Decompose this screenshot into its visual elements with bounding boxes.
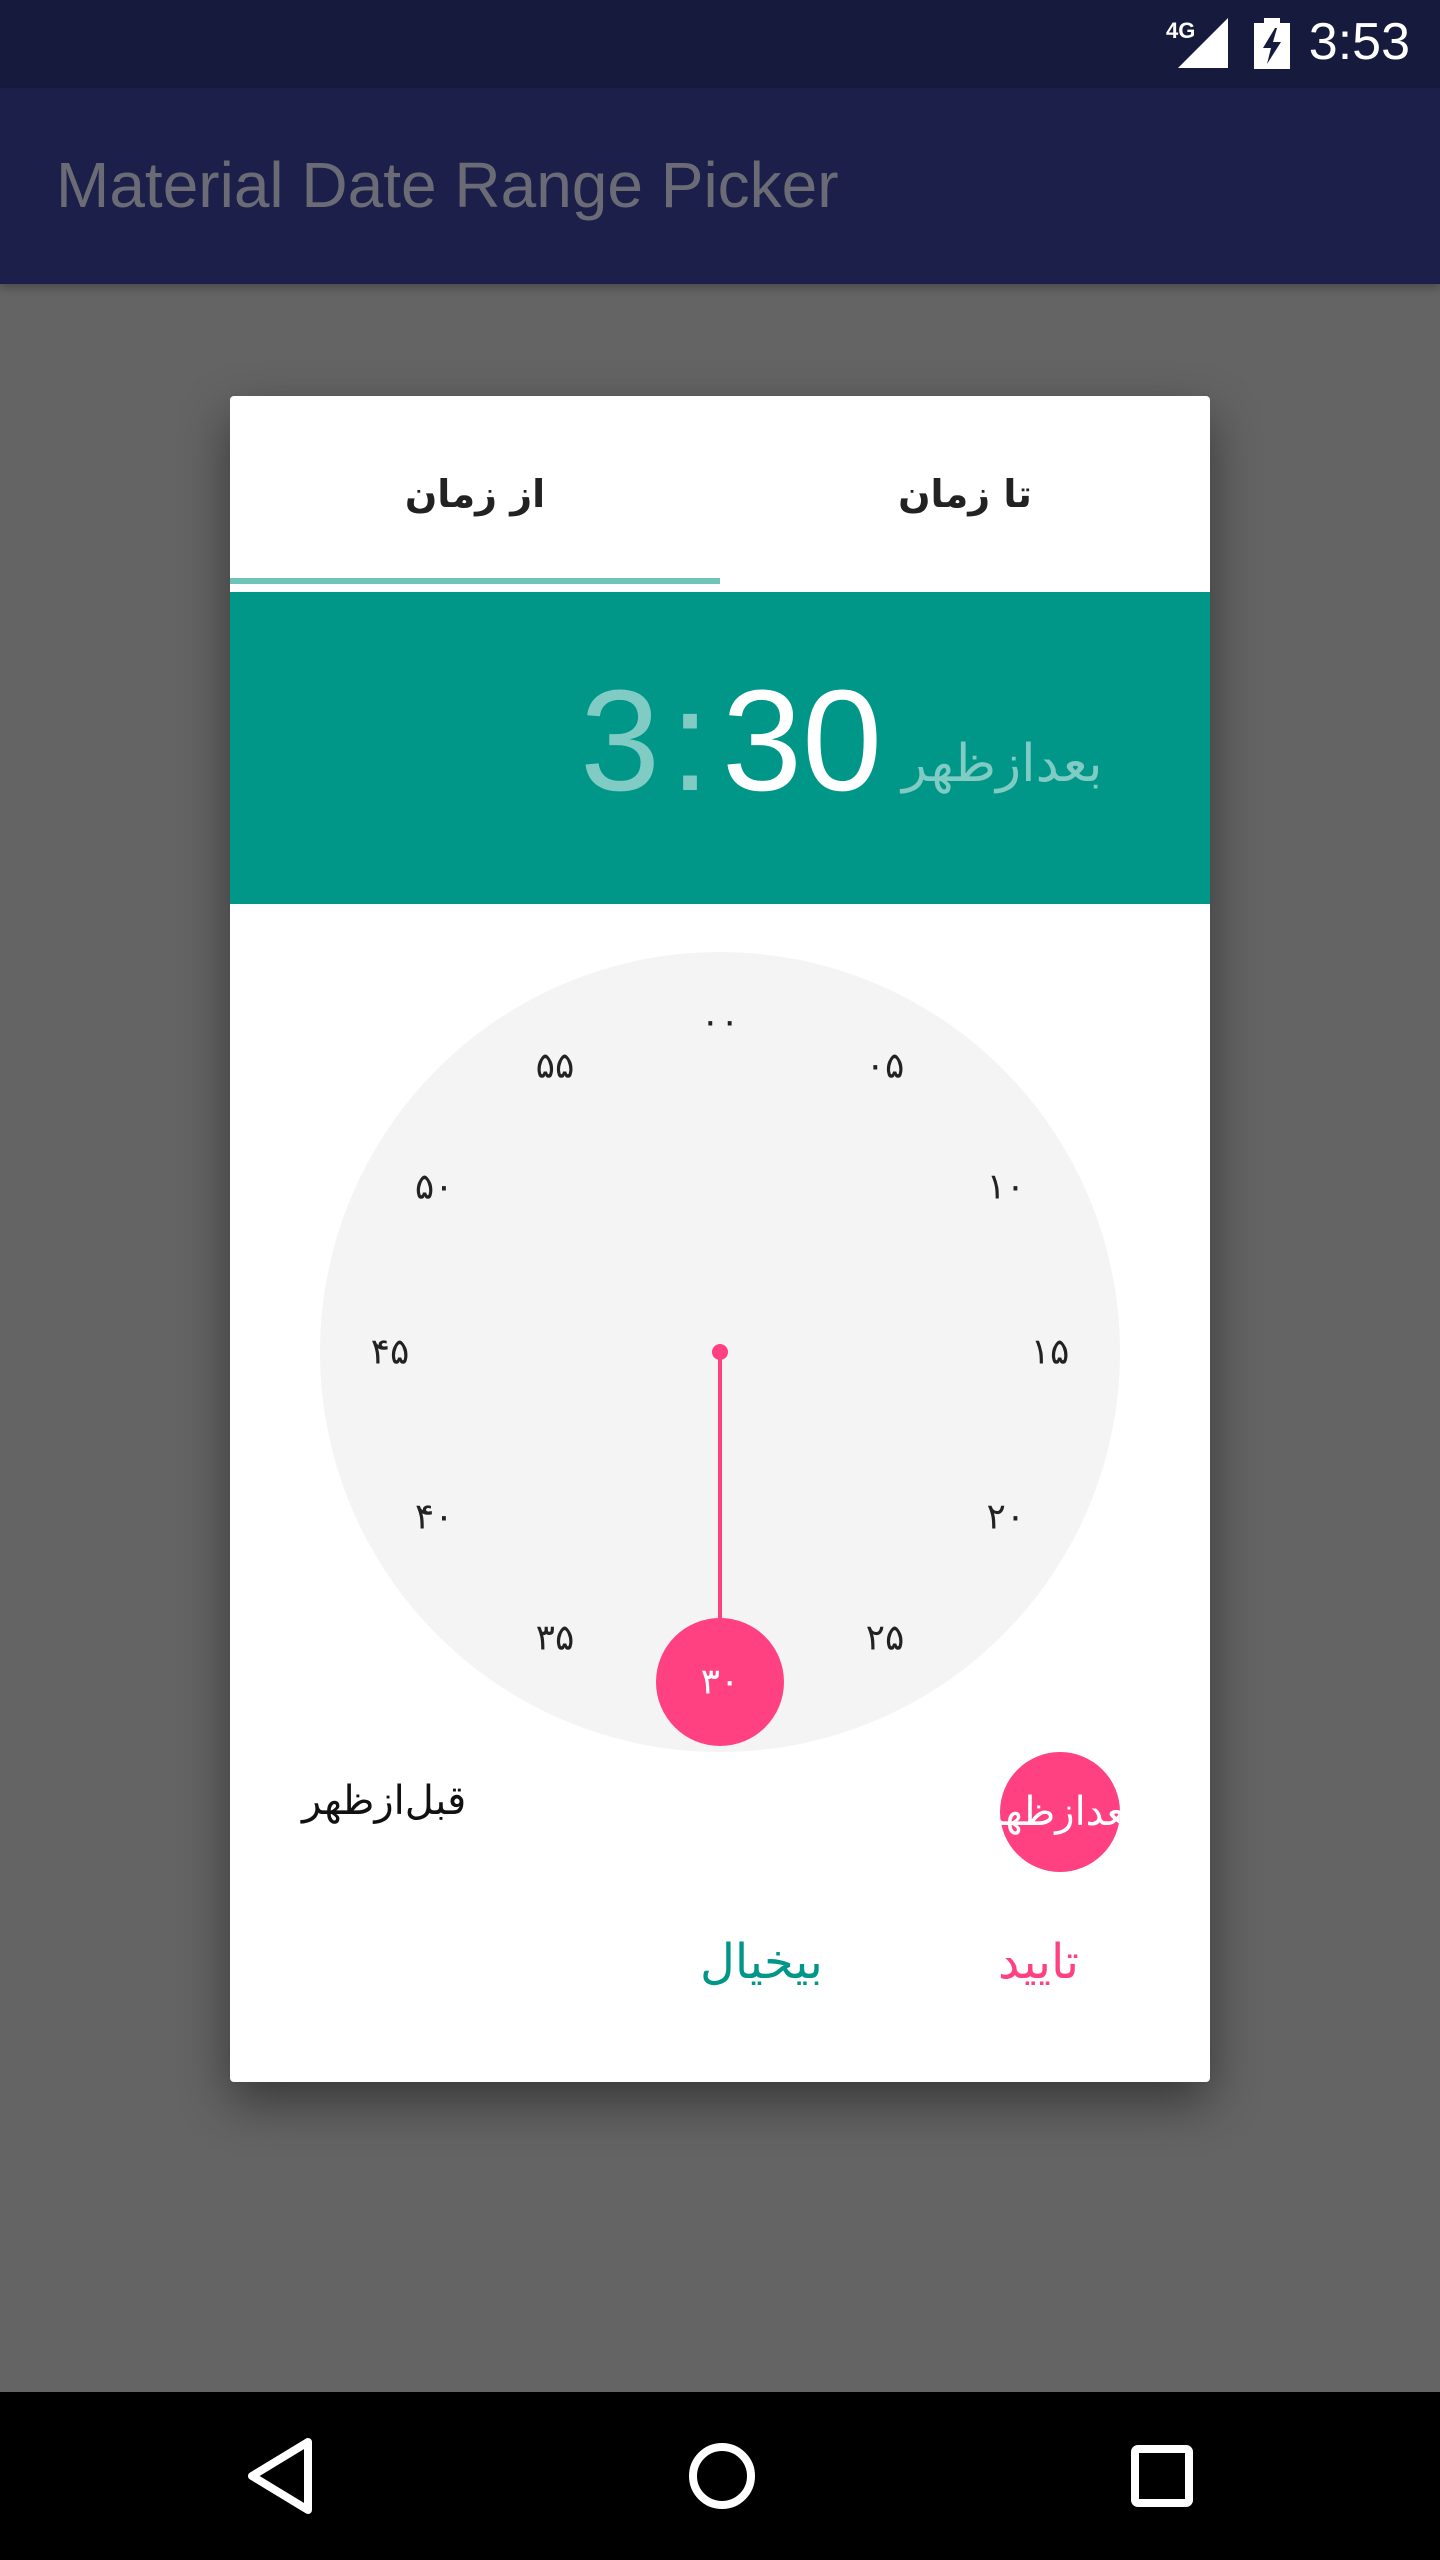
app-bar: Material Date Range Picker bbox=[0, 88, 1440, 284]
clock-label-۱۰[interactable]: ۱۰ bbox=[986, 1167, 1025, 1208]
clock-label-۵۵[interactable]: ۵۵ bbox=[536, 1046, 575, 1087]
signal-icon bbox=[1178, 18, 1228, 68]
home-icon[interactable] bbox=[680, 2434, 764, 2518]
pm-button[interactable]: بعدازظهر bbox=[1000, 1752, 1120, 1872]
time-range-dialog: تا زمان از زمان 3 : 30 بعدازظهر ۰۰ ۰۵ ۱۰ ۱۵… bbox=[230, 396, 1210, 2082]
battery-charging-icon bbox=[1254, 18, 1290, 69]
clock-label-۰۵[interactable]: ۰۵ bbox=[866, 1046, 905, 1087]
back-icon[interactable] bbox=[240, 2434, 320, 2518]
ok-button[interactable]: تایید bbox=[998, 1934, 1079, 1990]
cancel-button[interactable]: بیخیال bbox=[700, 1934, 823, 1990]
am-button[interactable]: قبل‌ازظهر bbox=[302, 1778, 466, 1824]
clock-label-۳۵[interactable]: ۳۵ bbox=[536, 1617, 575, 1658]
clock-label-۲۰[interactable]: ۲۰ bbox=[986, 1497, 1025, 1538]
status-time: 3:53 bbox=[1308, 13, 1410, 71]
clock-center-dot bbox=[712, 1344, 728, 1360]
clock-label-۰۰[interactable]: ۰۰ bbox=[701, 1002, 740, 1043]
clock-label-۴۰[interactable]: ۴۰ bbox=[415, 1497, 454, 1538]
recents-icon[interactable] bbox=[1120, 2434, 1204, 2518]
clock-label-۵۰[interactable]: ۵۰ bbox=[415, 1167, 454, 1208]
app-title: Material Date Range Picker bbox=[56, 149, 839, 221]
clock-label-۳۰[interactable]: ۳۰ bbox=[701, 1662, 740, 1703]
clock-label-۱۵[interactable]: ۱۵ bbox=[1031, 1332, 1070, 1373]
clock-label-۴۵[interactable]: ۴۵ bbox=[371, 1332, 410, 1373]
status-bar: 4G 3:53 bbox=[0, 0, 1440, 88]
clock-label-۲۵[interactable]: ۲۵ bbox=[866, 1617, 905, 1658]
navigation-bar bbox=[0, 2392, 1440, 2560]
pm-button-label: بعدازظهر bbox=[1000, 1789, 1120, 1835]
clock-face[interactable]: ۰۰ ۰۵ ۱۰ ۱۵ ۲۰ ۲۵ ۳۰ ۳۵ ۴۰ ۴۵ ۵۰ ۵۵ bbox=[230, 396, 1210, 1776]
